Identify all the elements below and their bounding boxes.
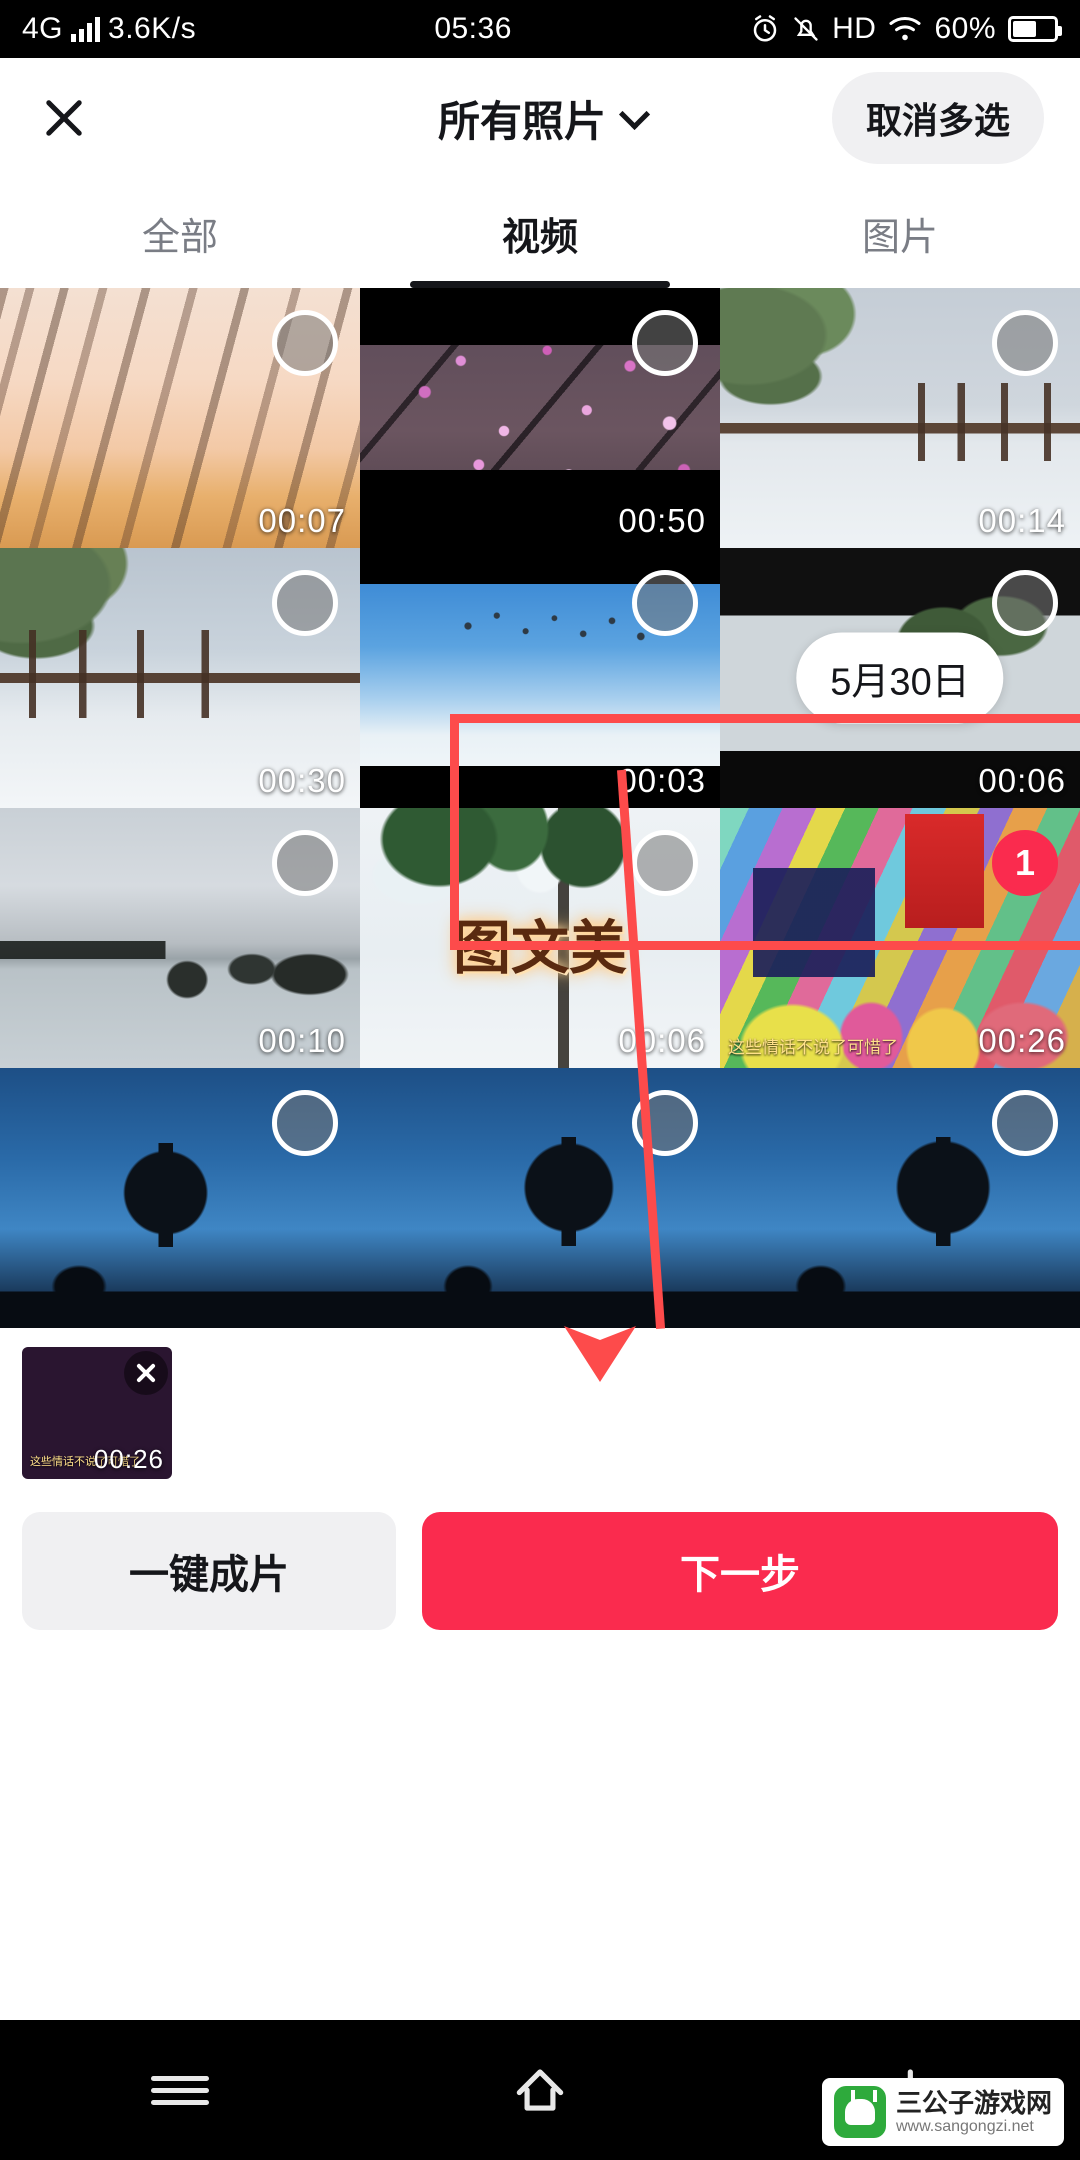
select-checkbox[interactable]	[992, 570, 1058, 636]
status-left: 4G 3.6K/s	[22, 12, 196, 46]
media-cell[interactable]: 00:07	[0, 288, 360, 548]
watermark-url: www.sangongzi.net	[895, 2117, 1034, 2135]
duration-label: 00:30	[258, 762, 346, 799]
media-type-tabs: 全部 视频 图片	[0, 178, 1080, 288]
media-cell[interactable]: 00:50	[360, 288, 720, 548]
select-checkbox[interactable]	[632, 570, 698, 636]
watermark: 三公子游戏网 www.sangongzi.net	[821, 2078, 1064, 2146]
select-checkbox[interactable]	[272, 310, 338, 376]
mute-bell-icon	[794, 17, 818, 41]
duration-label: 00:10	[258, 1022, 346, 1059]
header-bar: 所有照片 取消多选	[0, 58, 1080, 178]
select-checkbox-selected[interactable]: 1	[992, 830, 1058, 896]
media-grid: 00:07 00:50 00:14 00:30 00:03 00:06 5月30…	[0, 288, 1080, 1328]
selected-thumbnail[interactable]: 这些情话不说了可惜了 00:26	[22, 1347, 172, 1479]
duration-label: 00:07	[258, 502, 346, 539]
alarm-icon	[753, 15, 777, 42]
tab-all[interactable]: 全部	[0, 178, 360, 288]
nav-home-button[interactable]	[360, 2059, 720, 2121]
media-cell[interactable]: 00:03	[360, 548, 720, 808]
date-pill: 5月30日	[796, 632, 1004, 724]
select-checkbox[interactable]	[272, 570, 338, 636]
select-checkbox[interactable]	[272, 1090, 338, 1156]
media-cell-selected[interactable]: 这些情话不说了可惜了 1 00:26	[720, 808, 1080, 1068]
chevron-down-icon[interactable]	[618, 98, 651, 131]
nav-recents-button[interactable]	[0, 2069, 360, 2112]
home-icon	[509, 2059, 571, 2121]
duration-label: 00:06	[978, 762, 1066, 799]
watermark-text: 三公子游戏网 www.sangongzi.net	[896, 2089, 1052, 2135]
media-cell[interactable]: 图文美 00:06	[360, 808, 720, 1068]
duration-label: 00:26	[93, 1444, 164, 1474]
hd-icon: HD	[832, 12, 877, 45]
duration-label: 00:14	[978, 502, 1066, 539]
wifi-icon	[889, 16, 921, 41]
duration-label: 00:50	[618, 502, 706, 539]
select-checkbox[interactable]	[992, 1090, 1058, 1156]
media-cell[interactable]: 00:10	[0, 808, 360, 1068]
cancel-multiselect-button[interactable]: 取消多选	[831, 72, 1044, 164]
network-type-label: 4G	[22, 12, 64, 45]
status-right: HD 60%	[750, 12, 1062, 46]
clock-label: 05:36	[434, 12, 512, 45]
tab-video[interactable]: 视频	[360, 178, 720, 288]
one-click-movie-button[interactable]: 一键成片	[22, 1512, 396, 1630]
media-cell[interactable]	[360, 1068, 720, 1328]
app-sheet: 所有照片 取消多选 全部 视频 图片 00:07 00:50 00:14 00:…	[0, 58, 1080, 2160]
media-cell[interactable]: 00:06 5月30日	[720, 548, 1080, 808]
close-icon[interactable]	[36, 90, 92, 146]
watermark-title: 三公子游戏网	[895, 2087, 1052, 2118]
select-checkbox[interactable]	[632, 830, 698, 896]
select-checkbox[interactable]	[632, 1090, 698, 1156]
status-bar: 4G 3.6K/s 05:36 HD 60%	[0, 0, 1080, 58]
video-caption: 这些情话不说了可惜了	[728, 1038, 898, 1057]
media-cell[interactable]	[0, 1068, 360, 1328]
duration-label: 00:03	[618, 762, 706, 799]
android-robot-icon	[833, 2086, 886, 2138]
selected-items-strip: 这些情话不说了可惜了 00:26	[0, 1328, 1080, 1498]
select-checkbox[interactable]	[992, 310, 1058, 376]
select-checkbox[interactable]	[272, 830, 338, 896]
select-checkbox[interactable]	[632, 310, 698, 376]
action-bar: 一键成片 下一步	[0, 1498, 1080, 1630]
tab-image[interactable]: 图片	[720, 178, 1080, 288]
battery-percent-label: 60%	[934, 12, 996, 45]
page-title: 所有照片	[437, 97, 606, 145]
status-center: 05:36	[196, 12, 750, 46]
signal-bars-icon	[71, 16, 101, 42]
media-cell[interactable]: 00:14	[720, 288, 1080, 548]
duration-label: 00:26	[978, 1022, 1066, 1059]
next-step-button[interactable]: 下一步	[422, 1512, 1058, 1630]
duration-label: 00:06	[618, 1022, 706, 1059]
menu-icon	[151, 2069, 209, 2112]
media-cell[interactable]	[720, 1068, 1080, 1328]
video-overlay-text: 图文美	[452, 916, 628, 982]
battery-icon	[1008, 16, 1062, 42]
network-speed-label: 3.6K/s	[108, 12, 197, 45]
remove-selected-icon[interactable]	[124, 1351, 168, 1395]
media-cell[interactable]: 00:30	[0, 548, 360, 808]
